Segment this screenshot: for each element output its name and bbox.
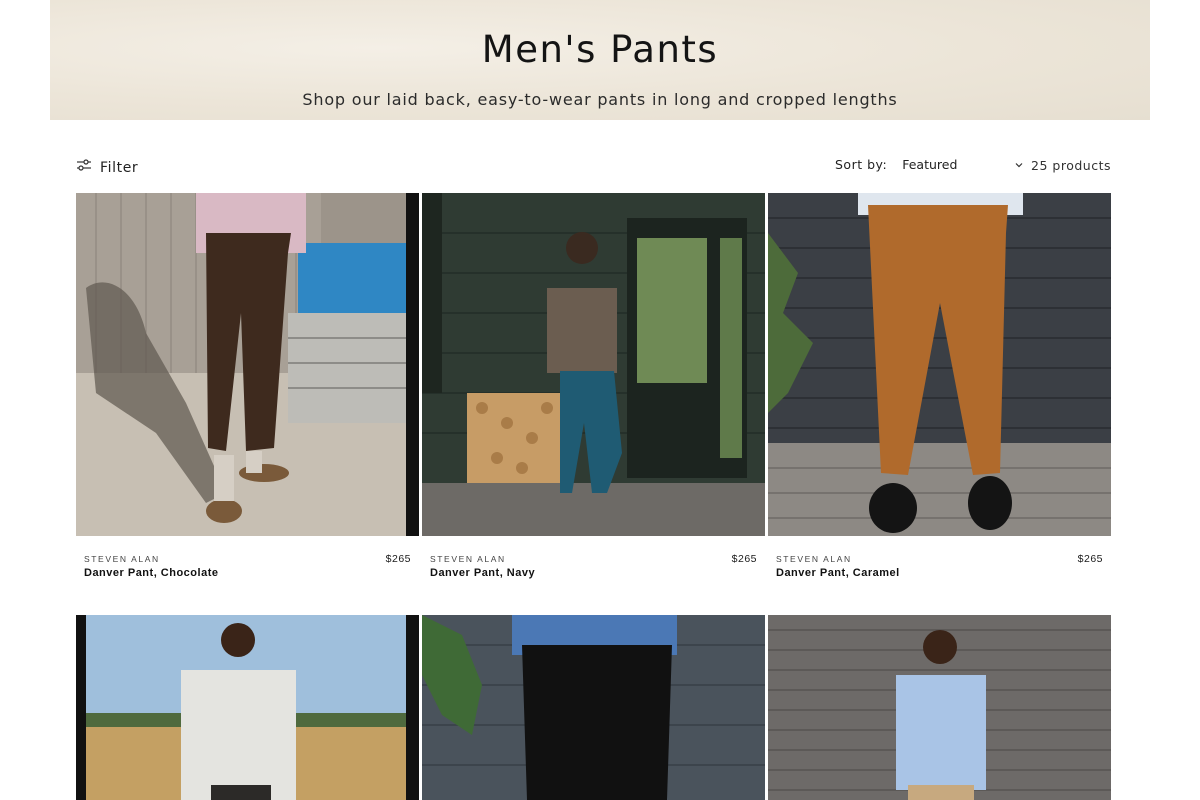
- filter-label: Filter: [100, 159, 139, 176]
- sort-select[interactable]: Featured: [902, 157, 1024, 172]
- sort-value: Featured: [902, 157, 958, 172]
- collection-hero: Men's Pants Shop our laid back, easy-to-…: [50, 0, 1150, 120]
- page-subtitle: Shop our laid back, easy-to-wear pants i…: [302, 90, 898, 109]
- product-price: $265: [731, 553, 757, 565]
- filter-button[interactable]: Filter: [76, 158, 138, 177]
- product-card[interactable]: [76, 615, 419, 800]
- product-price: $265: [385, 553, 411, 565]
- product-image[interactable]: [422, 193, 765, 536]
- sort-control: Sort by: Featured: [835, 157, 1024, 172]
- page-title: Men's Pants: [481, 28, 719, 71]
- product-image[interactable]: [422, 615, 765, 800]
- sliders-icon: [76, 158, 100, 177]
- product-name[interactable]: Danver Pant, Navy: [430, 567, 535, 579]
- product-price: $265: [1077, 553, 1103, 565]
- product-card[interactable]: STEVEN ALAN $265 Danver Pant, Navy: [422, 193, 765, 586]
- product-image[interactable]: [768, 615, 1111, 800]
- product-image[interactable]: [76, 615, 419, 800]
- product-card[interactable]: [422, 615, 765, 800]
- product-brand: STEVEN ALAN: [776, 554, 852, 564]
- chevron-down-icon: [1014, 160, 1024, 170]
- product-card[interactable]: [768, 615, 1111, 800]
- product-brand: STEVEN ALAN: [84, 554, 160, 564]
- product-card[interactable]: STEVEN ALAN $265 Danver Pant, Chocolate: [76, 193, 419, 586]
- product-name[interactable]: Danver Pant, Chocolate: [84, 567, 218, 579]
- product-image[interactable]: [76, 193, 419, 536]
- product-card[interactable]: STEVEN ALAN $265 Danver Pant, Caramel: [768, 193, 1111, 586]
- product-count: 25 products: [1031, 158, 1111, 173]
- sort-label: Sort by:: [835, 157, 888, 172]
- product-name[interactable]: Danver Pant, Caramel: [776, 567, 900, 579]
- product-image[interactable]: [768, 193, 1111, 536]
- product-brand: STEVEN ALAN: [430, 554, 506, 564]
